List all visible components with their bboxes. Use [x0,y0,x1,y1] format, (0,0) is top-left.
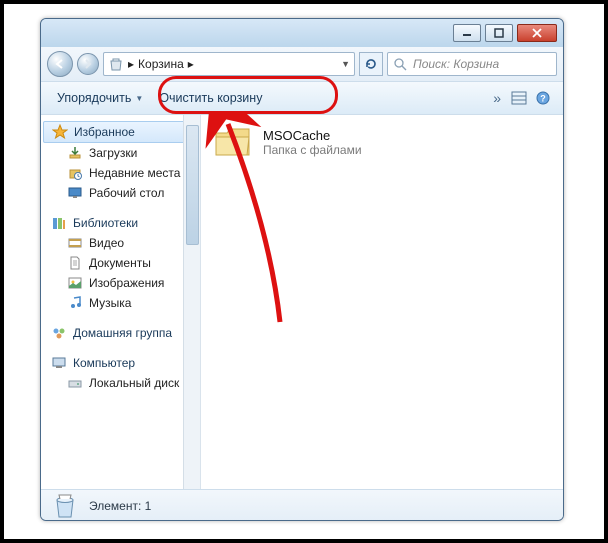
toolbar: Упорядочить ▼ Очистить корзину » ? [41,81,563,115]
sidebar-scrollbar[interactable] [183,115,200,489]
sidebar-item-desktop[interactable]: Рабочий стол [41,183,200,203]
sidebar-favorites-header[interactable]: Избранное [43,121,198,143]
view-options-button[interactable] [507,87,531,109]
svg-text:?: ? [540,94,546,104]
recycle-bin-icon [108,56,124,72]
pictures-icon [67,275,83,291]
item-subtitle: Папка с файлами [263,143,362,157]
maximize-button[interactable] [485,24,513,42]
item-name: MSOCache [263,128,362,143]
computer-icon [51,355,67,371]
expand-chevrons-icon[interactable]: » [493,90,501,106]
sidebar-item-video[interactable]: Видео [41,233,200,253]
sidebar-item-recent[interactable]: Недавние места [41,163,200,183]
address-bar[interactable]: ▸ Корзина ▸ ▼ [103,52,355,76]
desktop-icon [67,185,83,201]
breadcrumb-location[interactable]: Корзина [138,57,184,71]
downloads-icon [67,145,83,161]
documents-icon [67,255,83,271]
recent-icon [67,165,83,181]
sidebar-item-pictures[interactable]: Изображения [41,273,200,293]
sidebar-item-local-disk[interactable]: Локальный диск [41,373,200,393]
sidebar-homegroup-header[interactable]: Домашняя группа [41,323,200,343]
scrollbar-thumb[interactable] [186,125,199,245]
chevron-down-icon: ▼ [135,94,143,103]
content-pane[interactable]: MSOCache Папка с файлами [201,115,563,489]
status-text: Элемент: 1 [89,499,151,513]
libraries-icon [51,215,67,231]
minimize-button[interactable] [453,24,481,42]
music-icon [67,295,83,311]
status-bar: Элемент: 1 [41,489,563,521]
help-button[interactable]: ? [531,87,555,109]
recycle-bin-icon [51,492,79,520]
navigation-pane: Избранное Загрузки Недавние места Рабочи… [41,115,201,489]
sidebar-libraries-header[interactable]: Библиотеки [41,213,200,233]
titlebar[interactable] [41,19,563,47]
back-button[interactable] [47,51,73,77]
nav-row: ▸ Корзина ▸ ▼ Поиск: Корзина [41,47,563,81]
list-item[interactable]: MSOCache Папка с файлами [213,125,551,159]
drive-icon [67,375,83,391]
video-icon [67,235,83,251]
search-input[interactable]: Поиск: Корзина [387,52,557,76]
address-dropdown-icon[interactable]: ▼ [341,59,350,69]
sidebar-item-music[interactable]: Музыка [41,293,200,313]
star-icon [52,124,68,140]
sidebar-item-downloads[interactable]: Загрузки [41,143,200,163]
breadcrumb-sep: ▸ [128,57,134,71]
close-button[interactable] [517,24,557,42]
homegroup-icon [51,325,67,341]
search-icon [394,58,407,71]
search-placeholder: Поиск: Корзина [413,57,499,71]
refresh-button[interactable] [359,52,383,76]
explorer-window: ▸ Корзина ▸ ▼ Поиск: Корзина Упорядочить… [40,18,564,521]
forward-button[interactable] [77,53,99,75]
sidebar-item-documents[interactable]: Документы [41,253,200,273]
sidebar-computer-header[interactable]: Компьютер [41,353,200,373]
folder-icon [213,125,253,159]
breadcrumb-sep: ▸ [188,57,194,71]
empty-recycle-bin-button[interactable]: Очистить корзину [151,87,270,109]
organize-button[interactable]: Упорядочить ▼ [49,87,151,109]
